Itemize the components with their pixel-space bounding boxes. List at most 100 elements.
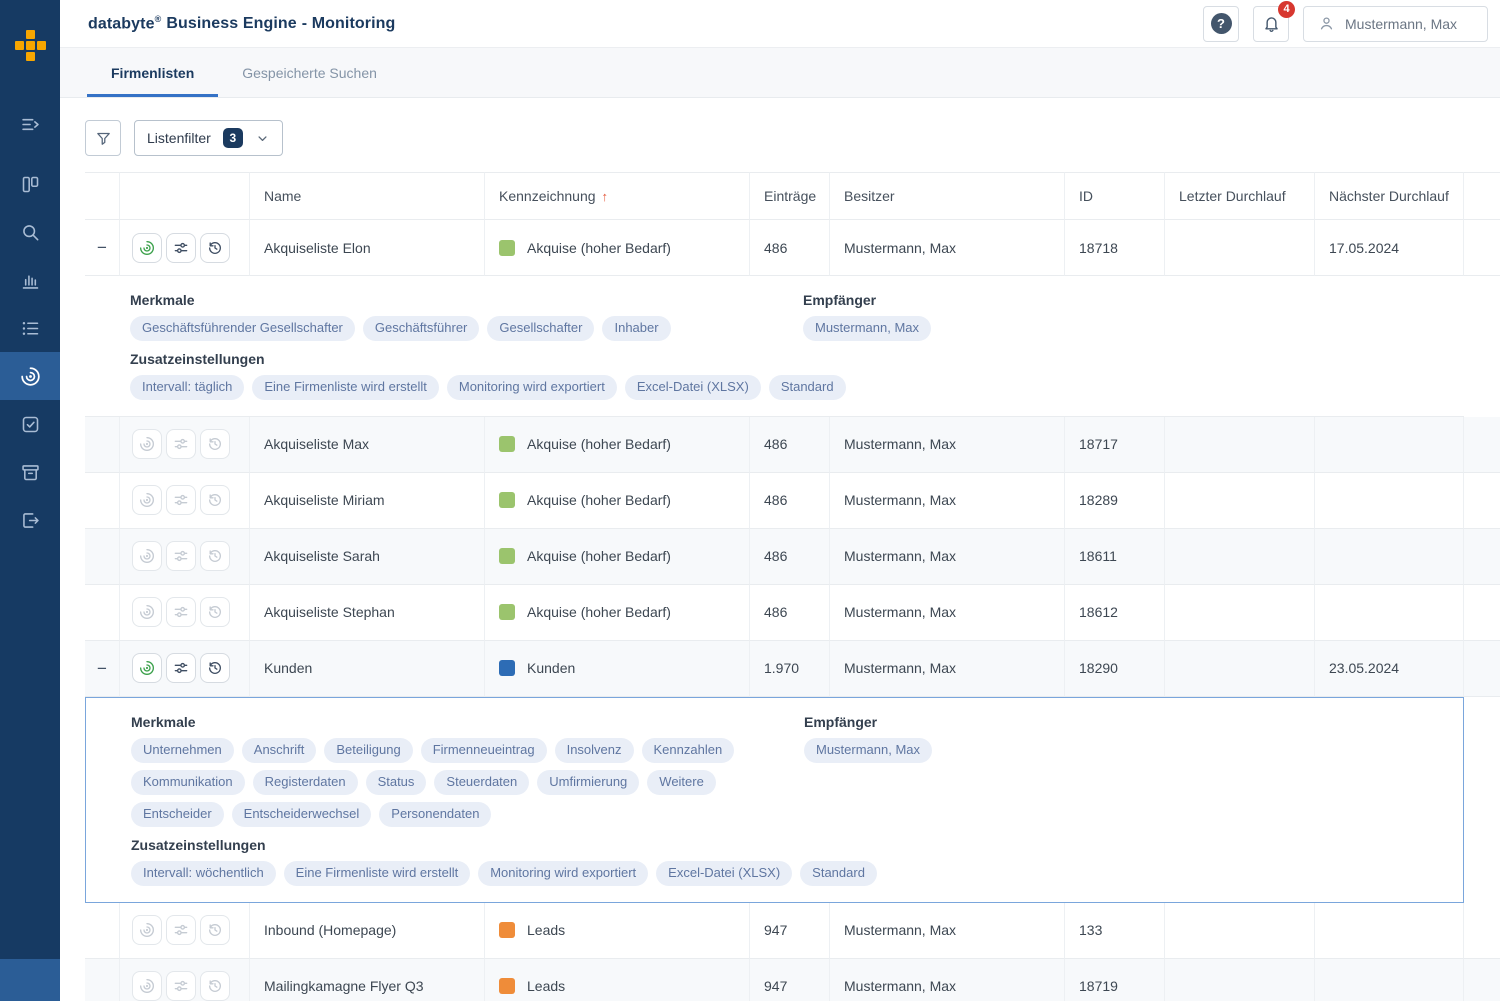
column-kennzeichnung[interactable]: Kennzeichnung ↑ (485, 172, 750, 220)
tag-label: Akquise (hoher Bedarf) (527, 240, 671, 256)
funnel-icon (95, 130, 112, 147)
column-id[interactable]: ID (1065, 172, 1165, 220)
sidebar-item-dashboard[interactable] (0, 160, 60, 208)
column-eintraege[interactable]: Einträge (750, 172, 830, 220)
next-run (1315, 903, 1464, 959)
sidebar-item-collapse-menu[interactable] (0, 100, 60, 148)
table-row[interactable]: − Akquiseliste Elon Akquise (hoher Bedar… (85, 220, 1500, 276)
settings-sliders-icon[interactable] (166, 915, 196, 945)
chip: Geschäftsführer (363, 316, 480, 341)
row-actions (120, 959, 250, 1001)
monitoring-power-icon[interactable] (132, 541, 162, 571)
chip: Excel-Datei (XLSX) (656, 861, 792, 886)
monitoring-power-icon[interactable] (132, 233, 162, 263)
sidebar-item-export[interactable] (0, 496, 60, 544)
sidebar-footer-button[interactable] (0, 959, 60, 1001)
empfaenger-heading: Empfänger (804, 714, 1443, 730)
sidebar-item-monitoring[interactable] (0, 352, 60, 400)
filter-button[interactable] (85, 120, 121, 156)
table-row[interactable]: Akquiseliste Max Akquise (hoher Bedarf) … (85, 417, 1500, 473)
user-menu-button[interactable]: Mustermann, Max (1303, 6, 1488, 42)
monitoring-power-icon[interactable] (132, 971, 162, 1001)
sidebar-item-tasks[interactable] (0, 400, 60, 448)
sidebar-item-archive[interactable] (0, 448, 60, 496)
entries-count: 486 (750, 473, 830, 529)
settings-sliders-icon[interactable] (166, 541, 196, 571)
brand-name: databyte (88, 15, 155, 32)
listenfilter-dropdown[interactable]: Listenfilter 3 (134, 120, 283, 156)
settings-sliders-icon[interactable] (166, 653, 196, 683)
last-run (1165, 959, 1315, 1001)
history-icon[interactable] (200, 485, 230, 515)
filter-bar: Listenfilter 3 (85, 120, 1500, 156)
column-letzter-durchlauf[interactable]: Letzter Durchlauf (1165, 172, 1315, 220)
row-actions (120, 417, 250, 473)
topbar-actions: ? 4 Mustermann, Max (1203, 6, 1488, 42)
history-icon[interactable] (200, 915, 230, 945)
history-icon[interactable] (200, 233, 230, 263)
tab-firmenlisten[interactable]: Firmenlisten (87, 48, 218, 97)
settings-sliders-icon[interactable] (166, 429, 196, 459)
expand-toggle[interactable]: − (97, 660, 107, 677)
monitoring-power-icon[interactable] (132, 429, 162, 459)
chip: Gesellschafter (487, 316, 594, 341)
next-run (1315, 473, 1464, 529)
monitoring-power-icon[interactable] (132, 485, 162, 515)
tag-color-swatch (499, 240, 515, 256)
expand-toggle[interactable]: − (97, 239, 107, 256)
table-row[interactable]: Akquiseliste Stephan Akquise (hoher Beda… (85, 585, 1500, 641)
settings-sliders-icon[interactable] (166, 597, 196, 627)
column-besitzer[interactable]: Besitzer (830, 172, 1065, 220)
settings-sliders-icon[interactable] (166, 233, 196, 263)
user-name: Mustermann, Max (1345, 16, 1457, 32)
monitoring-power-icon[interactable] (132, 653, 162, 683)
history-icon[interactable] (200, 653, 230, 683)
settings-sliders-icon[interactable] (166, 485, 196, 515)
merkmale-chips: UnternehmenAnschriftBeteiligungFirmenneu… (131, 738, 804, 834)
history-icon[interactable] (200, 597, 230, 627)
entries-count: 947 (750, 959, 830, 1001)
monitoring-power-icon[interactable] (132, 915, 162, 945)
column-name[interactable]: Name (250, 172, 485, 220)
tag-color-swatch (499, 660, 515, 676)
chip: Mustermann, Max (804, 738, 932, 763)
sidebar-item-company-stats[interactable] (0, 256, 60, 304)
notifications-button[interactable]: 4 (1253, 6, 1289, 42)
table-row[interactable]: Mailingkamagne Flyer Q3 Leads 947 Muster… (85, 959, 1500, 1001)
row-actions (120, 473, 250, 529)
merkmale-section: Merkmale Geschäftsführender Gesellschaft… (130, 292, 803, 348)
tag-cell: Leads (485, 959, 750, 1001)
table-row[interactable]: − Kunden Kunden 1.970 Mustermann, Max 18… (85, 641, 1500, 697)
settings-sliders-icon[interactable] (166, 971, 196, 1001)
monitoring-power-icon[interactable] (132, 597, 162, 627)
help-button[interactable]: ? (1203, 6, 1239, 42)
empfaenger-heading: Empfänger (803, 292, 1444, 308)
tag-label: Akquise (hoher Bedarf) (527, 436, 671, 452)
entries-count: 486 (750, 529, 830, 585)
chip: Mustermann, Max (803, 316, 931, 341)
history-icon[interactable] (200, 541, 230, 571)
sort-ascending-icon: ↑ (602, 189, 609, 204)
table-row[interactable]: Akquiseliste Sarah Akquise (hoher Bedarf… (85, 529, 1500, 585)
main-area: databyte®Business Engine- Monitoring ? 4… (60, 0, 1500, 1001)
table-row[interactable]: Akquiseliste Miriam Akquise (hoher Bedar… (85, 473, 1500, 529)
overflow-sliver (1464, 529, 1500, 585)
tag-color-swatch (499, 922, 515, 938)
logo-pixel-grid (15, 30, 46, 100)
sidebar-item-search[interactable] (0, 208, 60, 256)
chip: Kennzahlen (642, 738, 735, 763)
column-naechster-durchlauf[interactable]: Nächster Durchlauf (1315, 172, 1464, 220)
last-run (1165, 473, 1315, 529)
overflow-sliver (1464, 220, 1500, 276)
table-row[interactable]: Inbound (Homepage) Leads 947 Mustermann,… (85, 903, 1500, 959)
next-run (1315, 529, 1464, 585)
sidebar-item-lists[interactable] (0, 304, 60, 352)
owner: Mustermann, Max (830, 473, 1065, 529)
tag-label: Akquise (hoher Bedarf) (527, 548, 671, 564)
owner: Mustermann, Max (830, 585, 1065, 641)
tab-gespeicherte-suchen[interactable]: Gespeicherte Suchen (218, 48, 401, 97)
next-run (1315, 585, 1464, 641)
databyte-logo[interactable] (0, 0, 60, 100)
history-icon[interactable] (200, 971, 230, 1001)
history-icon[interactable] (200, 429, 230, 459)
